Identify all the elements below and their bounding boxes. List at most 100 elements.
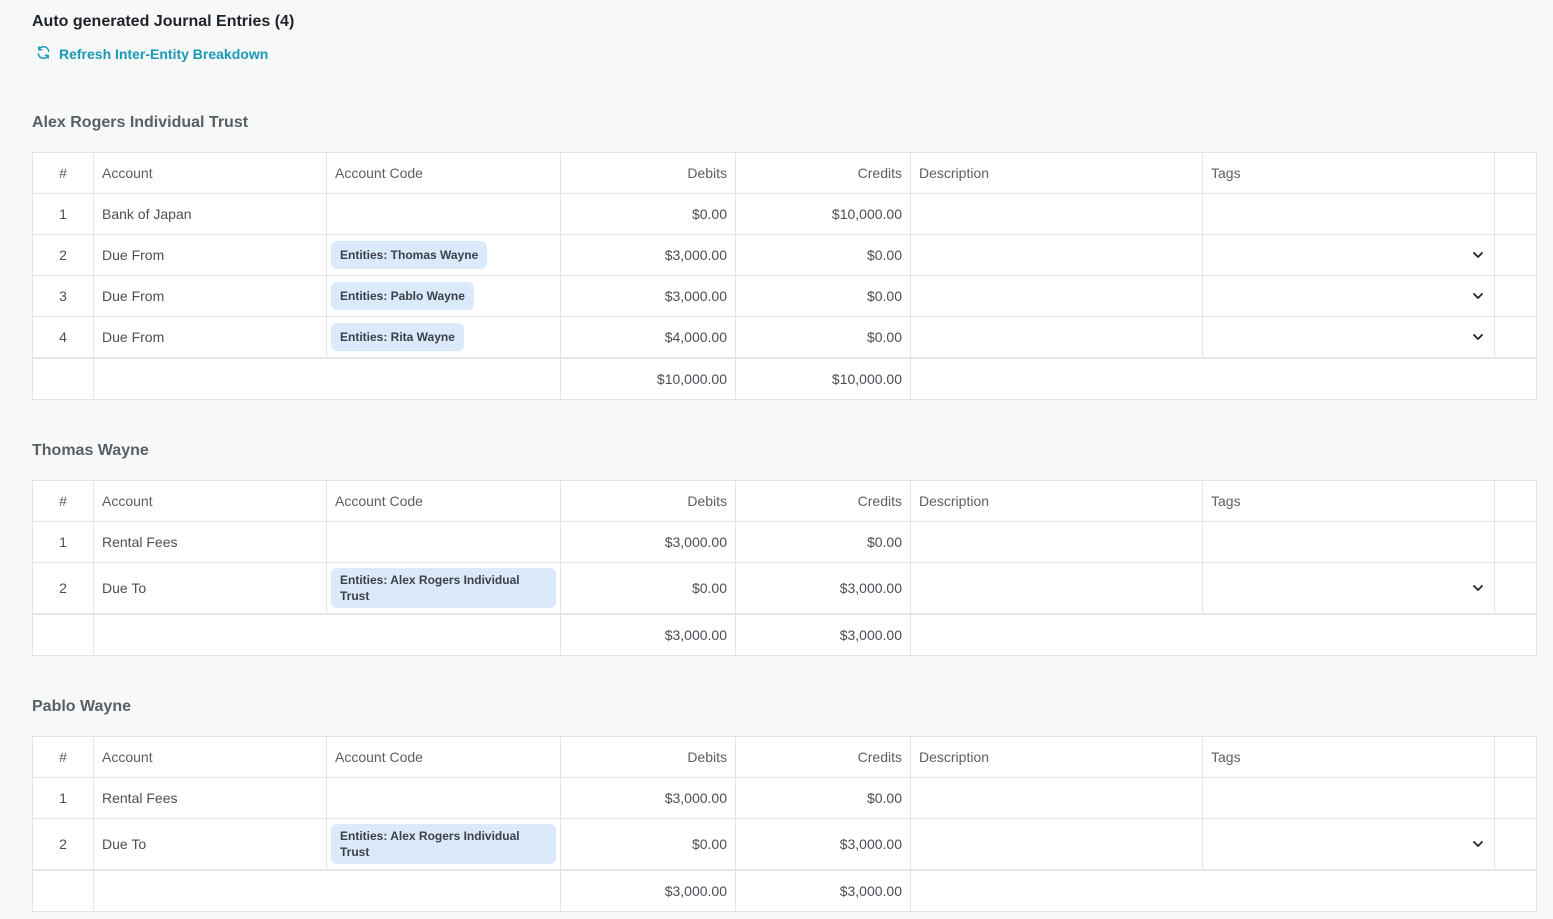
row-debits: $0.00 (560, 818, 736, 871)
row-num: 1 (32, 193, 94, 235)
chevron-down-icon[interactable] (1472, 290, 1484, 302)
table-header-row: # Account Account Code Debits Credits De… (32, 736, 1537, 778)
row-num: 1 (32, 777, 94, 819)
table-row: 4 Due From Entities: Rita Wayne $4,000.0… (32, 316, 1537, 359)
total-spacer (93, 357, 561, 400)
row-credits: $0.00 (735, 777, 911, 819)
table-row: 2 Due To Entities: Alex Rogers Individua… (32, 818, 1537, 871)
total-spacer (32, 357, 94, 400)
row-account-code (326, 521, 561, 563)
row-debits: $3,000.00 (560, 275, 736, 317)
row-account-code (326, 193, 561, 235)
table-total-row: $3,000.00 $3,000.00 (32, 869, 1537, 912)
col-header-tags: Tags (1202, 736, 1495, 778)
row-tags[interactable] (1202, 777, 1495, 819)
row-tags-select[interactable] (1202, 562, 1495, 615)
chevron-down-icon[interactable] (1472, 249, 1484, 261)
row-num: 2 (32, 818, 94, 871)
col-header-account: Account (93, 736, 327, 778)
row-description[interactable] (910, 234, 1203, 276)
col-header-account: Account (93, 480, 327, 522)
total-spacer (910, 869, 1537, 912)
col-header-actions (1494, 152, 1537, 194)
chevron-down-icon[interactable] (1472, 838, 1484, 850)
row-num: 3 (32, 275, 94, 317)
row-num: 2 (32, 562, 94, 615)
col-header-tags: Tags (1202, 152, 1495, 194)
section-title: Thomas Wayne (32, 442, 149, 459)
row-credits: $0.00 (735, 234, 911, 276)
total-credits: $3,000.00 (735, 613, 911, 656)
row-debits: $3,000.00 (560, 234, 736, 276)
total-credits: $10,000.00 (735, 357, 911, 400)
row-account-code (326, 777, 561, 819)
chevron-down-icon[interactable] (1472, 331, 1484, 343)
entity-chip: Entities: Alex Rogers Individual Trust (331, 568, 556, 608)
row-tags-select[interactable] (1202, 316, 1495, 359)
row-account: Rental Fees (93, 777, 327, 819)
total-debits: $3,000.00 (560, 613, 736, 656)
row-description[interactable] (910, 562, 1203, 615)
col-header-actions (1494, 736, 1537, 778)
total-spacer (93, 869, 561, 912)
entity-chip: Entities: Pablo Wayne (331, 282, 474, 310)
refresh-inter-entity-button[interactable]: Refresh Inter-Entity Breakdown (36, 45, 268, 63)
col-header-account: Account (93, 152, 327, 194)
row-account: Rental Fees (93, 521, 327, 563)
row-account-code: Entities: Pablo Wayne (326, 275, 561, 317)
table-header-row: # Account Account Code Debits Credits De… (32, 480, 1537, 522)
col-header-debits: Debits (560, 480, 736, 522)
total-spacer (910, 357, 1537, 400)
journal-entry-table: # Account Account Code Debits Credits De… (32, 736, 1537, 912)
section-title: Alex Rogers Individual Trust (32, 114, 249, 131)
table-row: 1 Rental Fees $3,000.00 $0.00 (32, 521, 1537, 563)
col-header-account-code: Account Code (326, 480, 561, 522)
row-description[interactable] (910, 521, 1203, 563)
col-header-num: # (32, 736, 94, 778)
row-actions (1494, 275, 1537, 317)
col-header-account-code: Account Code (326, 152, 561, 194)
col-header-account-code: Account Code (326, 736, 561, 778)
row-account: Bank of Japan (93, 193, 327, 235)
row-debits: $0.00 (560, 562, 736, 615)
row-tags-select[interactable] (1202, 275, 1495, 317)
row-actions (1494, 818, 1537, 871)
col-header-description: Description (910, 480, 1203, 522)
col-header-num: # (32, 152, 94, 194)
row-description[interactable] (910, 316, 1203, 359)
col-header-credits: Credits (735, 480, 911, 522)
row-tags-select[interactable] (1202, 818, 1495, 871)
row-description[interactable] (910, 777, 1203, 819)
table-row: 2 Due To Entities: Alex Rogers Individua… (32, 562, 1537, 615)
journal-entry-table: # Account Account Code Debits Credits De… (32, 480, 1537, 656)
row-num: 4 (32, 316, 94, 359)
row-credits: $3,000.00 (735, 818, 911, 871)
row-tags[interactable] (1202, 521, 1495, 563)
row-actions (1494, 562, 1537, 615)
row-credits: $0.00 (735, 521, 911, 563)
row-num: 2 (32, 234, 94, 276)
total-credits: $3,000.00 (735, 869, 911, 912)
row-credits: $0.00 (735, 275, 911, 317)
row-tags-select[interactable] (1202, 234, 1495, 276)
table-row: 1 Bank of Japan $0.00 $10,000.00 (32, 193, 1537, 235)
col-header-description: Description (910, 152, 1203, 194)
row-account: Due From (93, 316, 327, 359)
col-header-tags: Tags (1202, 480, 1495, 522)
row-tags[interactable] (1202, 193, 1495, 235)
row-description[interactable] (910, 818, 1203, 871)
col-header-description: Description (910, 736, 1203, 778)
row-actions (1494, 234, 1537, 276)
total-spacer (93, 613, 561, 656)
table-row: 3 Due From Entities: Pablo Wayne $3,000.… (32, 275, 1537, 317)
total-debits: $3,000.00 (560, 869, 736, 912)
row-account-code: Entities: Alex Rogers Individual Trust (326, 562, 561, 615)
row-actions (1494, 193, 1537, 235)
row-debits: $4,000.00 (560, 316, 736, 359)
row-debits: $0.00 (560, 193, 736, 235)
total-spacer (910, 613, 1537, 656)
row-description[interactable] (910, 275, 1203, 317)
section-title: Pablo Wayne (32, 698, 131, 715)
row-description[interactable] (910, 193, 1203, 235)
chevron-down-icon[interactable] (1472, 582, 1484, 594)
